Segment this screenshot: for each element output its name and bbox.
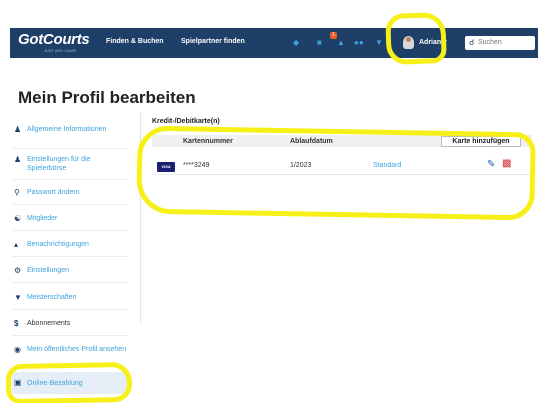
users-icon: ♟ (14, 155, 22, 164)
sidebar-divider (12, 335, 128, 336)
sidebar-divider (12, 282, 128, 283)
nav-link-finden-buchen[interactable]: Finden & Buchen (106, 38, 164, 45)
nav-link-spielpartner[interactable]: Spielpartner finden (181, 38, 245, 45)
trophy-icon: ▼ (14, 293, 22, 302)
friends-icon[interactable]: ●● (354, 38, 364, 47)
gotcourts-logo[interactable]: GotCourts (18, 31, 90, 48)
bell-icon[interactable]: ▲ (337, 38, 345, 47)
user-icon: ♟ (14, 125, 22, 134)
dollar-icon: $ (14, 319, 19, 328)
search-placeholder: Suchen (478, 39, 502, 46)
key-icon: ⚲ (14, 188, 20, 197)
sidebar-divider (12, 179, 128, 180)
tag-icon[interactable]: ◆ (293, 38, 299, 47)
megaphone-icon: ▴ (14, 240, 19, 249)
search-icon: ☌ (469, 38, 475, 47)
notification-badge: 1 (330, 32, 337, 39)
highlight-user-menu (385, 11, 447, 66)
sidebar-divider (12, 230, 128, 231)
highlight-online-bezahlung (5, 361, 133, 403)
gear-icon: ⚙ (14, 266, 22, 275)
logo-tagline: JUST ADD GAME (44, 48, 77, 53)
page-title: Mein Profil bearbeiten (18, 88, 196, 107)
search-box[interactable]: ☌ Suchen (465, 36, 535, 50)
chat-icon[interactable]: ■ (317, 38, 322, 47)
trophy-icon[interactable]: ▼ (375, 38, 383, 47)
sidebar-divider (12, 309, 128, 310)
top-navbar: GotCourts JUST ADD GAME Finden & Buchen … (10, 28, 538, 58)
sidebar-divider (12, 148, 128, 149)
highlight-card-table (136, 125, 536, 221)
sidebar-divider (12, 256, 128, 257)
members-icon: ☯ (14, 214, 22, 223)
sidebar-divider (12, 204, 128, 205)
eye-icon: ◉ (14, 345, 21, 354)
section-title: Kredit-/Debitkarte(n) (152, 118, 220, 125)
